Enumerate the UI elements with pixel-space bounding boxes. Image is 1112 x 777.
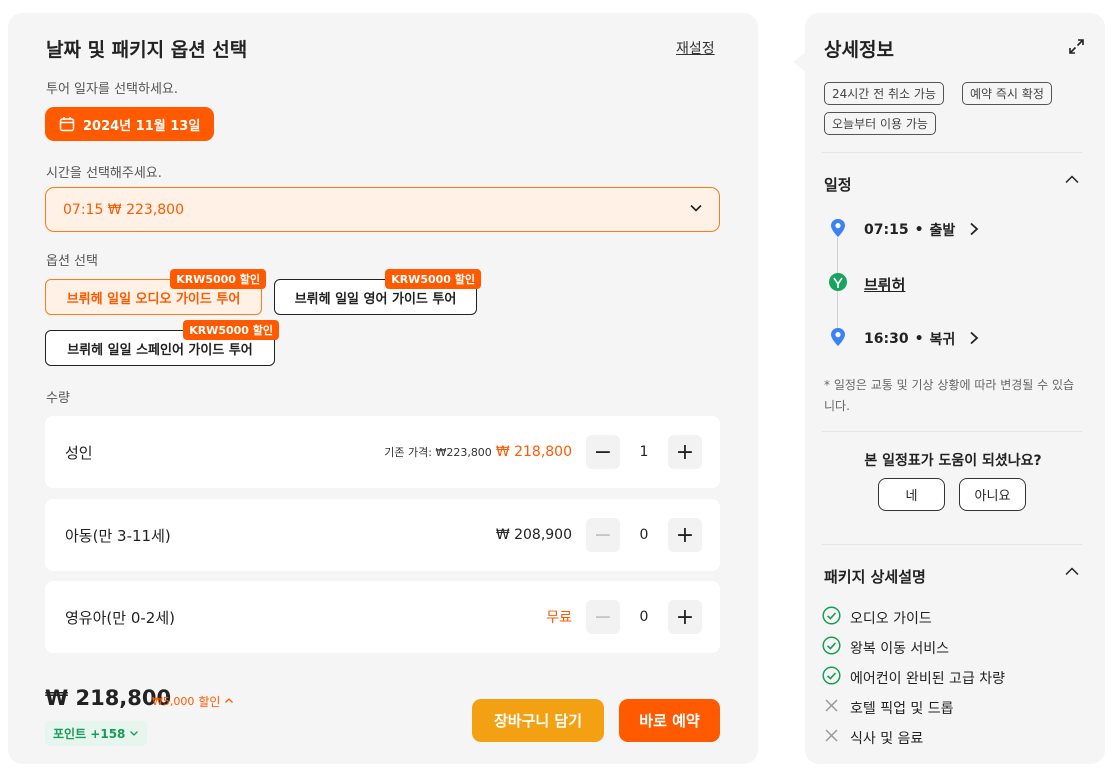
feedback-no-button[interactable]: 아니요 (959, 478, 1026, 511)
quantity-value: 1 (639, 444, 649, 460)
option-spanish-guide[interactable]: 브뤼헤 일일 스페인어 가이드 투어 KRW5000 할인 (45, 320, 279, 366)
discount-toggle[interactable]: ₩5,000 할인 (152, 693, 234, 710)
calendar-icon (59, 116, 75, 132)
plus-button[interactable]: + (668, 435, 702, 469)
attraction-icon (828, 272, 848, 298)
option-english-guide[interactable]: 브뤼헤 일일 영어 가이드 투어 KRW5000 할인 (274, 269, 481, 315)
selected-date: 2024년 11월 13일 (83, 118, 201, 134)
feature-item: 식사 및 음료 (822, 726, 923, 749)
schedule-time: 07:15 (864, 222, 909, 238)
quantity-stepper: − 0 + (586, 518, 702, 552)
quantity-stepper: − 0 + (586, 600, 702, 634)
schedule-label: 복귀 (929, 332, 956, 348)
plus-button[interactable]: + (668, 600, 702, 634)
divider (822, 431, 1082, 432)
feature-label: 오디오 가이드 (850, 610, 932, 627)
x-icon (822, 726, 841, 749)
chevron-up-icon (224, 695, 234, 709)
tag-available-today: 오늘부터 이용 가능 (824, 112, 936, 135)
chevron-right-icon (969, 330, 979, 349)
schedule-return[interactable]: 16:30 • 복귀 (864, 329, 979, 349)
option-label: 브뤼헤 일일 영어 가이드 투어 (294, 291, 457, 307)
quantity-row-child: 아동(만 3-11세) ₩ 208,900 − 0 + (45, 499, 720, 571)
check-circle-icon (822, 666, 841, 689)
feature-item: 오디오 가이드 (822, 606, 932, 629)
package-title: 패키지 상세설명 (824, 568, 926, 586)
quantity-row-adult: 성인 기존 가격: ₩223,800 ₩ 218,800 − 1 + (45, 416, 720, 488)
reset-link[interactable]: 재설정 (676, 38, 715, 58)
feature-item: 에어컨이 완비된 고급 차량 (822, 666, 1005, 689)
feature-item: 호텔 픽업 및 드롭 (822, 696, 954, 719)
discount-amount: ₩5,000 (152, 695, 195, 708)
feature-label: 호텔 픽업 및 드롭 (850, 700, 954, 717)
quantity-stepper: − 1 + (586, 435, 702, 469)
booking-title: 날짜 및 패키지 옵션 선택 (46, 39, 248, 61)
discount-badge: KRW5000 할인 (170, 269, 266, 289)
ticket-name: 영유아(만 0-2세) (65, 608, 175, 627)
quantity-label: 수량 (46, 391, 70, 406)
chevron-down-icon (689, 201, 703, 219)
quantity-value: 0 (639, 609, 649, 625)
plus-button[interactable]: + (668, 518, 702, 552)
discount-badge: KRW5000 할인 (183, 320, 279, 340)
chevron-down-icon (129, 727, 139, 741)
selected-time: 07:15 ₩ 223,800 (63, 201, 184, 218)
chevron-up-icon[interactable] (1064, 564, 1080, 584)
schedule-label: 출발 (929, 223, 956, 239)
feature-label: 식사 및 음료 (850, 730, 924, 747)
discount-word: 할인 (198, 695, 221, 709)
schedule-title: 일정 (824, 176, 852, 194)
check-circle-icon (822, 636, 841, 659)
ticket-name: 아동(만 3-11세) (65, 526, 171, 545)
feedback-yes-button[interactable]: 네 (878, 478, 945, 511)
location-pin-icon (829, 327, 847, 351)
option-label: 브뤼헤 일일 스페인어 가이드 투어 (67, 342, 253, 358)
quantity-row-infant: 영유아(만 0-2세) 무료 − 0 + (45, 581, 720, 653)
ticket-price: 무료 (546, 610, 572, 626)
feature-label: 에어컨이 완비된 고급 차량 (850, 670, 1006, 687)
option-prompt: 옵션 선택 (46, 254, 98, 269)
quantity-value: 0 (639, 527, 649, 543)
discount-badge: KRW5000 할인 (385, 269, 481, 289)
divider (822, 544, 1082, 545)
minus-button[interactable]: − (586, 518, 620, 552)
schedule-departure[interactable]: 07:15 • 출발 (864, 220, 979, 240)
chevron-up-icon[interactable] (1064, 172, 1080, 192)
details-title: 상세정보 (824, 39, 894, 61)
minus-button[interactable]: − (586, 600, 620, 634)
feature-label: 왕복 이동 서비스 (850, 640, 950, 657)
ticket-name: 성인 (65, 443, 93, 462)
time-select[interactable]: 07:15 ₩ 223,800 (45, 187, 720, 232)
date-prompt: 투어 일자를 선택하세요. (46, 82, 178, 97)
original-price: 기존 가격: ₩223,800 (384, 446, 492, 459)
chevron-right-icon (969, 221, 979, 240)
points-badge[interactable]: 포인트 +158 (45, 721, 148, 746)
schedule-place-link[interactable]: 브뤼허 (864, 274, 905, 295)
expand-icon[interactable] (1068, 38, 1085, 59)
ticket-price: ₩ 218,800 (495, 444, 572, 460)
feedback-question: 본 일정표가 도움이 되셨나요? (864, 453, 1042, 469)
tag-free-cancel: 24시간 전 취소 가능 (824, 82, 944, 105)
points-text: 포인트 +158 (53, 727, 126, 741)
tag-instant-confirm: 예약 즉시 확정 (962, 82, 1052, 105)
add-to-cart-button[interactable]: 장바구니 담기 (472, 699, 604, 742)
feature-item: 왕복 이동 서비스 (822, 636, 949, 659)
time-prompt: 시간을 선택해주세요. (46, 166, 162, 181)
location-pin-icon (829, 218, 847, 242)
schedule-note: * 일정은 교통 및 기상 상황에 따라 변경될 수 있습니다. (824, 378, 1075, 413)
option-audio-guide[interactable]: 브뤼헤 일일 오디오 가이드 투어 KRW5000 할인 (45, 269, 266, 315)
x-icon (822, 696, 841, 719)
date-button[interactable]: 2024년 11월 13일 (45, 107, 215, 141)
ticket-price: ₩ 208,900 (495, 527, 572, 543)
option-label: 브뤼헤 일일 오디오 가이드 투어 (66, 291, 241, 307)
check-circle-icon (822, 606, 841, 629)
separator-dot: • (914, 222, 924, 238)
divider (822, 152, 1082, 153)
book-now-button[interactable]: 바로 예약 (619, 699, 720, 742)
schedule-time: 16:30 (864, 331, 909, 347)
minus-button[interactable]: − (586, 435, 620, 469)
separator-dot: • (914, 331, 924, 347)
